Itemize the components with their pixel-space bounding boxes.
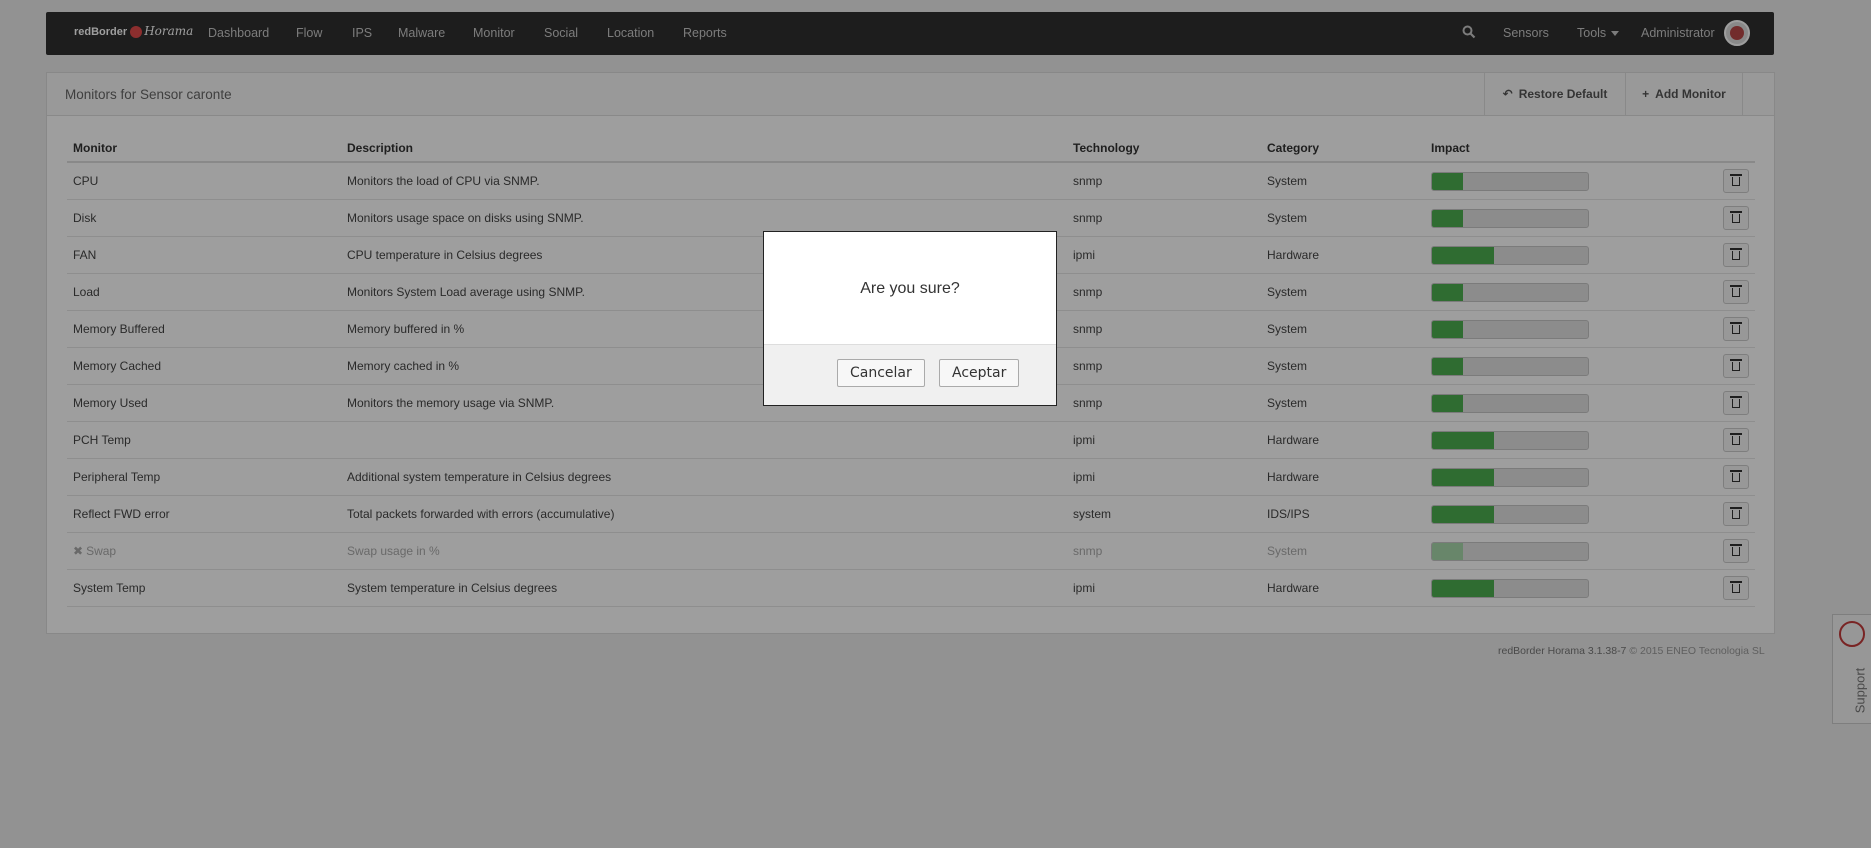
confirm-dialog: Are you sure? Cancelar Aceptar: [763, 231, 1057, 406]
cancel-button[interactable]: Cancelar: [837, 359, 925, 387]
dialog-message: Are you sure?: [860, 280, 960, 297]
accept-button[interactable]: Aceptar: [939, 359, 1020, 387]
dialog-footer: Cancelar Aceptar: [764, 344, 1056, 405]
modal-backdrop[interactable]: [0, 0, 1871, 848]
